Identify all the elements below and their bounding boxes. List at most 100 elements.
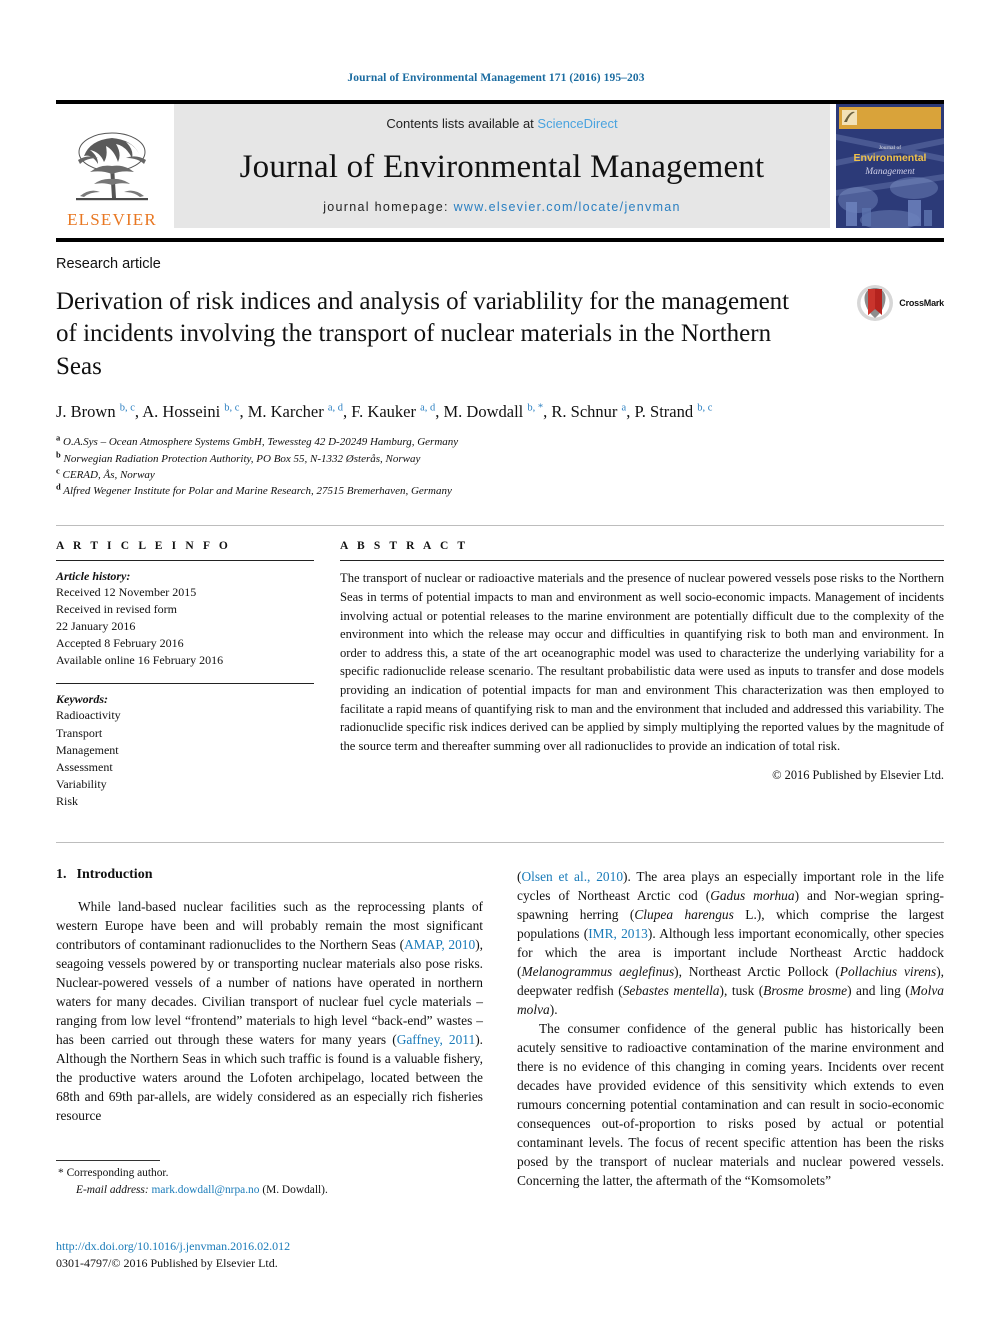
article-history-line: Received in revised form xyxy=(56,602,177,617)
affiliation-text: O.A.Sys – Ocean Atmosphere Systems GmbH,… xyxy=(60,436,459,449)
body-column-right: (Olsen et al., 2010). The area plays an … xyxy=(517,867,944,1191)
running-head: Journal of Environmental Management 171 … xyxy=(347,72,645,84)
species-name: Pollachius virens xyxy=(839,963,937,979)
article-info-label: A R T I C L E I N F O xyxy=(56,540,231,553)
svg-text:Management: Management xyxy=(864,167,915,177)
body-separator-rule xyxy=(56,841,944,843)
crossmark-badge[interactable]: CrossMark xyxy=(856,284,944,322)
author-separator: , xyxy=(239,401,248,421)
author-affiliation-mark: a, d xyxy=(420,402,436,413)
author-list: J. Brown b, c, A. Hosseini b, c, M. Karc… xyxy=(56,400,856,425)
svg-text:Journal of: Journal of xyxy=(879,144,901,151)
journal-title: Journal of Environmental Management xyxy=(239,149,765,185)
article-history-lines: Received 12 November 2015 Received in rev… xyxy=(56,584,314,669)
paragraph-text: ) and ling ( xyxy=(847,982,910,998)
article-type-label: Research article xyxy=(56,256,161,272)
crossmark-icon xyxy=(857,285,894,321)
keyword-item: Transport xyxy=(56,725,103,740)
keyword-item: Assessment xyxy=(56,759,113,774)
elsevier-wordmark: ELSEVIER xyxy=(67,210,157,229)
affiliation: a O.A.Sys – Ocean Atmosphere Systems Gmb… xyxy=(56,433,944,450)
keywords-heading: Keywords: xyxy=(56,692,108,707)
corresponding-label: Corresponding author. xyxy=(66,1167,169,1179)
journal-masthead: ELSEVIER Contents lists available at Sci… xyxy=(56,100,944,228)
author-name: R. Schnur xyxy=(551,401,622,421)
email-link[interactable]: mark.dowdall@nrpa.no xyxy=(152,1184,260,1196)
corresponding-marker: * xyxy=(58,1167,64,1179)
affiliation-text: Norwegian Radiation Protection Authority… xyxy=(60,452,421,465)
article-history-line: Received 12 November 2015 xyxy=(56,585,197,600)
paragraph-text: ), Northeast Arctic Pollock ( xyxy=(674,963,840,979)
intro-paragraph-1: While land-based nuclear facilities such… xyxy=(56,897,483,1125)
article-history-group: Article history: Received 12 November 20… xyxy=(56,569,314,669)
author-name: M. Dowdall xyxy=(443,401,528,421)
paragraph-text: ), tusk ( xyxy=(719,982,764,998)
affiliation: c CERAD, Ås, Norway xyxy=(56,466,944,483)
article-history-line: 22 January 2016 xyxy=(56,619,136,634)
citation-link[interactable]: AMAP, 2010 xyxy=(404,937,475,952)
masthead-center: Contents lists available at ScienceDirec… xyxy=(174,104,830,228)
contents-list-line: Contents lists available at ScienceDirec… xyxy=(386,116,617,131)
paragraph-text: ), seagoing vessels powered by or transp… xyxy=(56,936,484,1047)
footnote-block: * Corresponding author. E-mail address: … xyxy=(56,1160,468,1199)
author-name: F. Kauker xyxy=(351,401,421,421)
article-history-line: Accepted 8 February 2016 xyxy=(56,636,184,651)
corresponding-author-note: * Corresponding author. xyxy=(56,1165,468,1182)
author-name: M. Karcher xyxy=(247,401,328,421)
species-name: Melanogrammus aeglefinus xyxy=(521,963,675,979)
doi-block: http://dx.doi.org/10.1016/j.jenvman.2016… xyxy=(56,1238,496,1273)
paragraph-text: ). xyxy=(549,1001,558,1017)
author-separator: , xyxy=(435,401,444,421)
keyword-lines: Radioactivity Transport Management Assessme… xyxy=(56,707,314,809)
body-columns: 1. Introduction While land-based nuclear … xyxy=(56,867,944,1191)
svg-text:Environmental: Environmental xyxy=(854,152,927,164)
abstract-text: The transport of nuclear or radioactive … xyxy=(340,571,944,753)
doi-link[interactable]: http://dx.doi.org/10.1016/j.jenvman.2016… xyxy=(56,1238,496,1255)
journal-homepage-line: journal homepage: www.elsevier.com/locat… xyxy=(323,200,681,214)
citation-link[interactable]: Olsen et al., 2010 xyxy=(521,869,623,884)
crossmark-label: CrossMark xyxy=(899,298,944,308)
email-label: E-mail address: xyxy=(76,1184,149,1197)
journal-homepage-link[interactable]: www.elsevier.com/locate/jenvman xyxy=(454,200,681,214)
author-name: P. Strand xyxy=(634,401,698,421)
page-title: Derivation of risk indices and analysis … xyxy=(56,288,790,380)
sciencedirect-link[interactable]: ScienceDirect xyxy=(537,116,617,131)
intro-paragraph-2: The consumer confidence of the general p… xyxy=(517,1020,944,1189)
article-history-line: Available online 16 February 2016 xyxy=(56,653,224,668)
author-affiliation-mark: a, d xyxy=(327,402,344,413)
elsevier-tree-icon xyxy=(76,132,148,201)
keyword-item: Management xyxy=(56,742,119,757)
homepage-prefix: journal homepage: xyxy=(323,200,454,214)
keyword-item: Risk xyxy=(56,793,79,808)
author-affiliation-mark: b, c xyxy=(119,402,135,413)
article-page: Journal of Environmental Management 171 … xyxy=(0,0,992,1323)
footnote-rule xyxy=(56,1160,160,1161)
article-header: CrossMark Research article Derivation of… xyxy=(56,256,944,499)
issn-copyright-line: 0301-4797/© 2016 Published by Elsevier L… xyxy=(56,1256,278,1271)
article-history-heading: Article history: xyxy=(56,569,131,584)
citation-link[interactable]: Gaffney, 2011 xyxy=(397,1032,476,1047)
affiliation: d Alfred Wegener Institute for Polar and… xyxy=(56,482,944,499)
article-top-rule xyxy=(56,238,944,242)
citation-link[interactable]: IMR, 2013 xyxy=(588,926,648,941)
contents-prefix: Contents lists available at xyxy=(386,116,538,131)
species-name: Brosme brosme xyxy=(763,982,848,998)
affiliation-text: Alfred Wegener Institute for Polar and M… xyxy=(60,485,452,498)
body-column-left: 1. Introduction While land-based nuclear … xyxy=(56,867,483,1191)
article-info-rule xyxy=(56,560,314,562)
email-note: E-mail address: mark.dowdall@nrpa.no (M.… xyxy=(56,1182,468,1199)
author-name: A. Hosseini xyxy=(142,401,225,421)
species-name: Gadus morhua xyxy=(710,887,795,903)
article-info-column: A R T I C L E I N F O Article history: R… xyxy=(56,540,314,819)
species-name: Sebastes mentella xyxy=(622,982,720,998)
abstract-column: A B S T R A C T The transport of nuclear… xyxy=(340,540,944,819)
intro-paragraph-1-cont: (Olsen et al., 2010). The area plays an … xyxy=(517,867,944,1019)
elsevier-logo: ELSEVIER xyxy=(56,104,168,228)
author-name: J. Brown xyxy=(56,401,120,421)
author-affiliation-mark: b, * xyxy=(527,402,544,413)
abstract-copyright: © 2016 Published by Elsevier Ltd. xyxy=(772,767,944,782)
abstract-label: A B S T R A C T xyxy=(340,540,469,553)
affiliation: b Norwegian Radiation Protection Authori… xyxy=(56,450,944,467)
section-number: 1. xyxy=(56,866,67,882)
keywords-group: Keywords: Radioactivity Transport Manageme… xyxy=(56,692,314,809)
